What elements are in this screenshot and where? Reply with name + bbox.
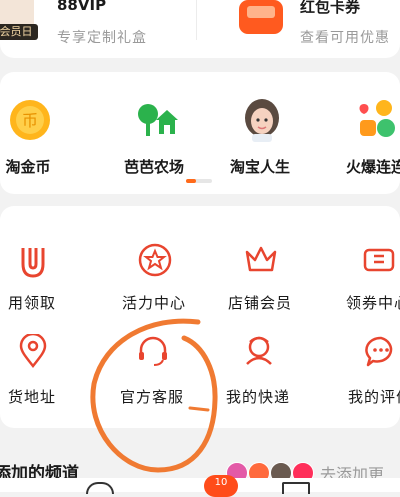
divider (196, 0, 197, 40)
crown-icon (245, 246, 277, 272)
red-packet-title: 红包卡券 (300, 0, 361, 16)
service-label: 我的评价 (347, 388, 400, 406)
tool-label: 芭芭农场 (123, 158, 184, 176)
avatar-icon (245, 99, 279, 142)
red-packet-subtitle: 查看可用优惠 (300, 30, 390, 46)
coupon-icon (363, 248, 395, 272)
tool-label: 火爆连连 (345, 158, 400, 176)
tab-bar (0, 478, 400, 492)
message-count-badge: 10 (204, 475, 238, 497)
svg-text:币: 币 (22, 111, 38, 130)
farm-icon (138, 104, 178, 136)
service-label: 用领取 (7, 294, 56, 312)
comment-icon (365, 336, 393, 367)
vip-badge: 会员日 (0, 24, 38, 40)
courier-icon (246, 336, 272, 365)
cart-tab-icon[interactable] (282, 482, 310, 494)
red-packet-icon (239, 0, 283, 34)
shortcuts-card: 会员日 88VIP 专享定制礼盒 红包卡券 查看可用优惠 (0, 0, 400, 58)
coin-icon: 币 (10, 100, 50, 140)
headset-icon (139, 336, 167, 366)
u-icon (21, 248, 45, 278)
services-card: 用领取 活力中心 店铺会员 领券中心 货地址 (0, 206, 400, 428)
service-label: 领券中心 (345, 294, 400, 312)
tools-card: 币 淘金币 芭芭农场 淘宝人生 火爆连连 (0, 72, 400, 194)
vip-subtitle: 专享定制礼盒 (57, 30, 147, 46)
service-label: 我的快递 (225, 388, 290, 406)
tool-label: 淘宝人生 (229, 158, 290, 176)
service-label: 店铺会员 (227, 294, 292, 312)
game-icon (359, 100, 395, 137)
service-label: 货地址 (7, 388, 56, 406)
tool-label: 淘金币 (5, 158, 51, 176)
service-label: 活力中心 (121, 294, 186, 312)
location-icon (19, 334, 47, 369)
tools-scroll-indicator (186, 179, 212, 183)
star-circle-icon (138, 243, 172, 277)
service-label: 官方客服 (119, 388, 184, 406)
vip-title: 88VIP (57, 0, 107, 14)
